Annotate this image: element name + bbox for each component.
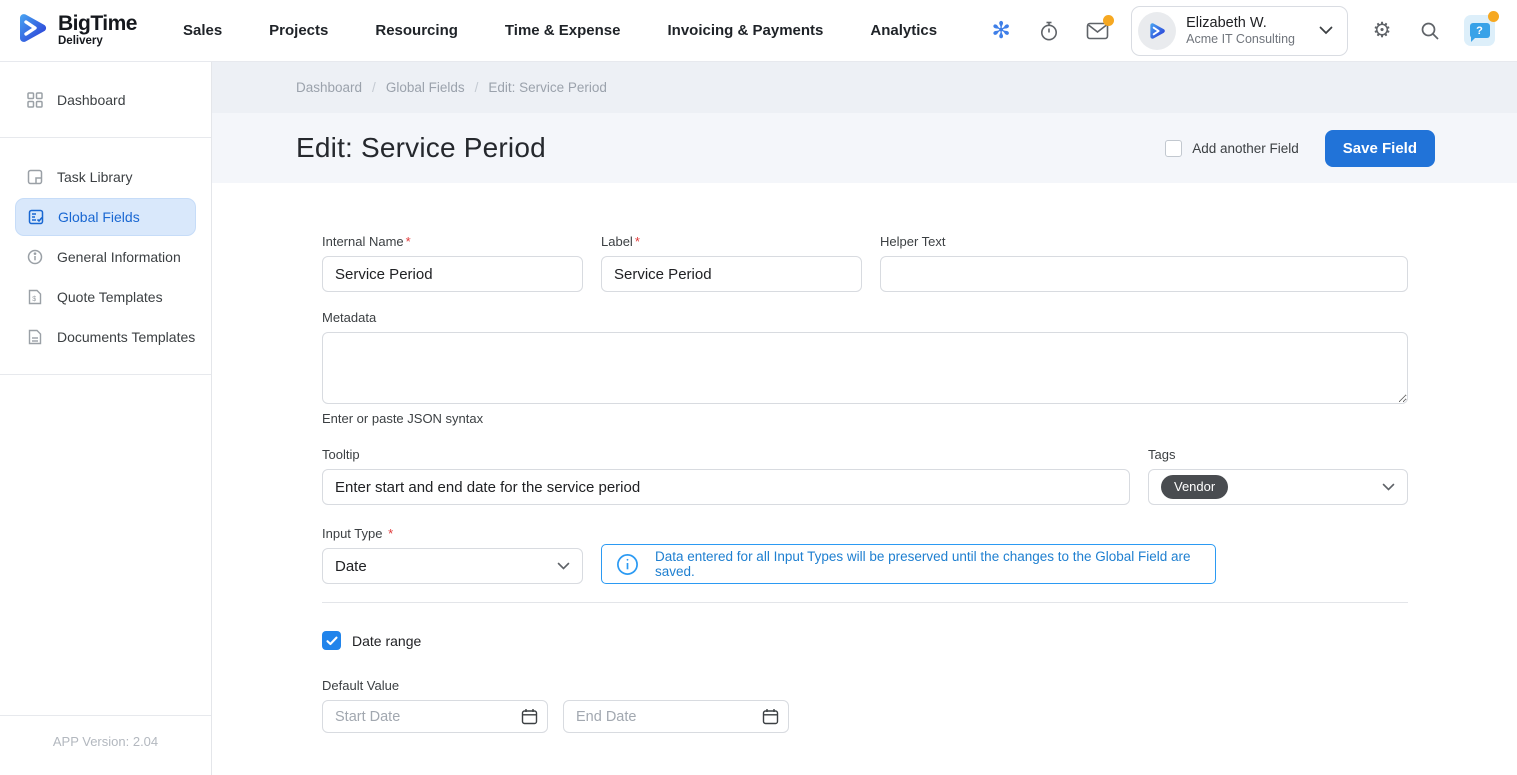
nav-item-invoicing-payments[interactable]: Invoicing & Payments [668,22,824,39]
app-version: APP Version: 2.04 [0,715,211,775]
sidebar-item-label: Global Fields [58,209,140,225]
sidebar-item-documents-templates[interactable]: Documents Templates [0,317,211,357]
helper-text-input[interactable] [880,256,1408,292]
sidebar-item-quote-templates[interactable]: $ Quote Templates [0,277,211,317]
input-type-select[interactable]: Date [322,548,583,584]
start-date-field[interactable] [322,700,548,733]
checkbox-unchecked[interactable] [1165,140,1182,157]
add-another-field-checkbox[interactable]: Add another Field [1165,140,1299,157]
metadata-label: Metadata [322,310,1408,325]
help-notification-dot [1488,11,1499,22]
checkbox-checked[interactable] [322,631,341,650]
document-icon [26,329,43,345]
global-fields-icon [27,209,44,225]
default-value-label: Default Value [322,678,1408,693]
input-type-info-alert: Data entered for all Input Types will be… [601,544,1216,584]
chevron-down-icon [1319,26,1333,35]
bigtime-logo[interactable]: BigTime Delivery [14,9,137,52]
sidebar-item-dashboard[interactable]: Dashboard [0,80,211,120]
calendar-icon[interactable] [521,708,538,725]
global-field-form: Internal Name* Label* Helper Text [322,234,1408,733]
snowflake-icon[interactable]: ✻ [987,17,1015,45]
required-asterisk: * [635,234,640,249]
user-avatar [1138,12,1176,50]
save-field-button[interactable]: Save Field [1325,130,1435,167]
internal-name-input[interactable] [322,256,583,292]
sidebar-divider [0,137,211,138]
end-date-input[interactable] [576,709,762,725]
metadata-hint: Enter or paste JSON syntax [322,411,1408,426]
help-button[interactable]: ? [1464,15,1495,46]
nav-item-sales[interactable]: Sales [183,22,222,39]
help-icon: ? [1470,23,1490,38]
nav-item-time-expense[interactable]: Time & Expense [505,22,621,39]
user-company: Acme IT Consulting [1186,32,1295,48]
tags-select[interactable]: Vendor [1148,469,1408,505]
sidebar-divider [0,374,211,375]
date-range-checkbox[interactable]: Date range [322,631,1408,650]
mail-icon[interactable] [1083,17,1111,45]
page-header: Edit: Service Period Add another Field S… [212,113,1517,183]
task-library-icon [26,169,43,185]
tooltip-label: Tooltip [322,447,1130,462]
page-title: Edit: Service Period [296,132,546,164]
breadcrumb-separator: / [372,80,376,95]
tags-label: Tags [1148,447,1408,462]
top-navbar: BigTime Delivery Sales Projects Resourci… [0,0,1517,62]
bigtime-logo-icon [14,9,50,52]
sidebar-item-label: Quote Templates [57,289,163,305]
timer-icon[interactable] [1035,17,1063,45]
sidebar-item-global-fields[interactable]: Global Fields [15,198,196,236]
logo-subtitle: Delivery [58,36,137,48]
internal-name-label: Internal Name* [322,234,583,249]
add-another-field-label: Add another Field [1192,141,1299,156]
date-range-label: Date range [352,633,421,649]
nav-item-analytics[interactable]: Analytics [870,22,937,39]
quote-document-icon: $ [26,289,43,305]
dashboard-grid-icon [26,92,43,108]
calendar-icon[interactable] [762,708,779,725]
settings-gear-icon[interactable]: ⚙ [1368,17,1396,45]
sidebar: Dashboard Task Library Global Fields [0,62,212,775]
check-icon [326,636,338,646]
info-icon [616,553,639,576]
metadata-textarea[interactable] [322,332,1408,404]
nav-item-resourcing[interactable]: Resourcing [375,22,458,39]
required-asterisk: * [388,526,393,541]
user-name: Elizabeth W. [1186,14,1295,32]
label-input[interactable] [601,256,862,292]
tag-chip-vendor[interactable]: Vendor [1161,475,1228,499]
sidebar-item-label: Dashboard [57,92,126,108]
info-circle-icon [26,249,43,265]
user-account-dropdown[interactable]: Elizabeth W. Acme IT Consulting [1131,6,1348,56]
main-nav: Sales Projects Resourcing Time & Expense… [183,22,937,39]
breadcrumb-dashboard[interactable]: Dashboard [296,80,362,95]
form-divider [322,602,1408,603]
sidebar-item-label: Task Library [57,169,132,185]
input-type-label: Input Type * [322,526,583,541]
info-alert-message: Data entered for all Input Types will be… [655,549,1205,579]
mail-notification-dot [1103,15,1114,26]
end-date-field[interactable] [563,700,789,733]
nav-item-projects[interactable]: Projects [269,22,328,39]
search-icon[interactable] [1416,17,1444,45]
tooltip-input[interactable] [322,469,1130,505]
sidebar-item-label: General Information [57,249,181,265]
sidebar-item-label: Documents Templates [57,329,195,345]
helper-text-label: Helper Text [880,234,1408,249]
breadcrumb: Dashboard / Global Fields / Edit: Servic… [212,62,1517,113]
input-type-value: Date [335,558,367,575]
breadcrumb-global-fields[interactable]: Global Fields [386,80,465,95]
required-asterisk: * [406,234,411,249]
sidebar-item-task-library[interactable]: Task Library [0,157,211,197]
chevron-down-icon [1382,483,1395,491]
breadcrumb-current-page: Edit: Service Period [488,80,607,95]
label-label: Label* [601,234,862,249]
logo-title: BigTime [58,13,137,34]
start-date-input[interactable] [335,709,521,725]
sidebar-item-general-information[interactable]: General Information [0,237,211,277]
chevron-down-icon [557,562,570,570]
breadcrumb-separator: / [475,80,479,95]
svg-text:$: $ [32,296,36,303]
